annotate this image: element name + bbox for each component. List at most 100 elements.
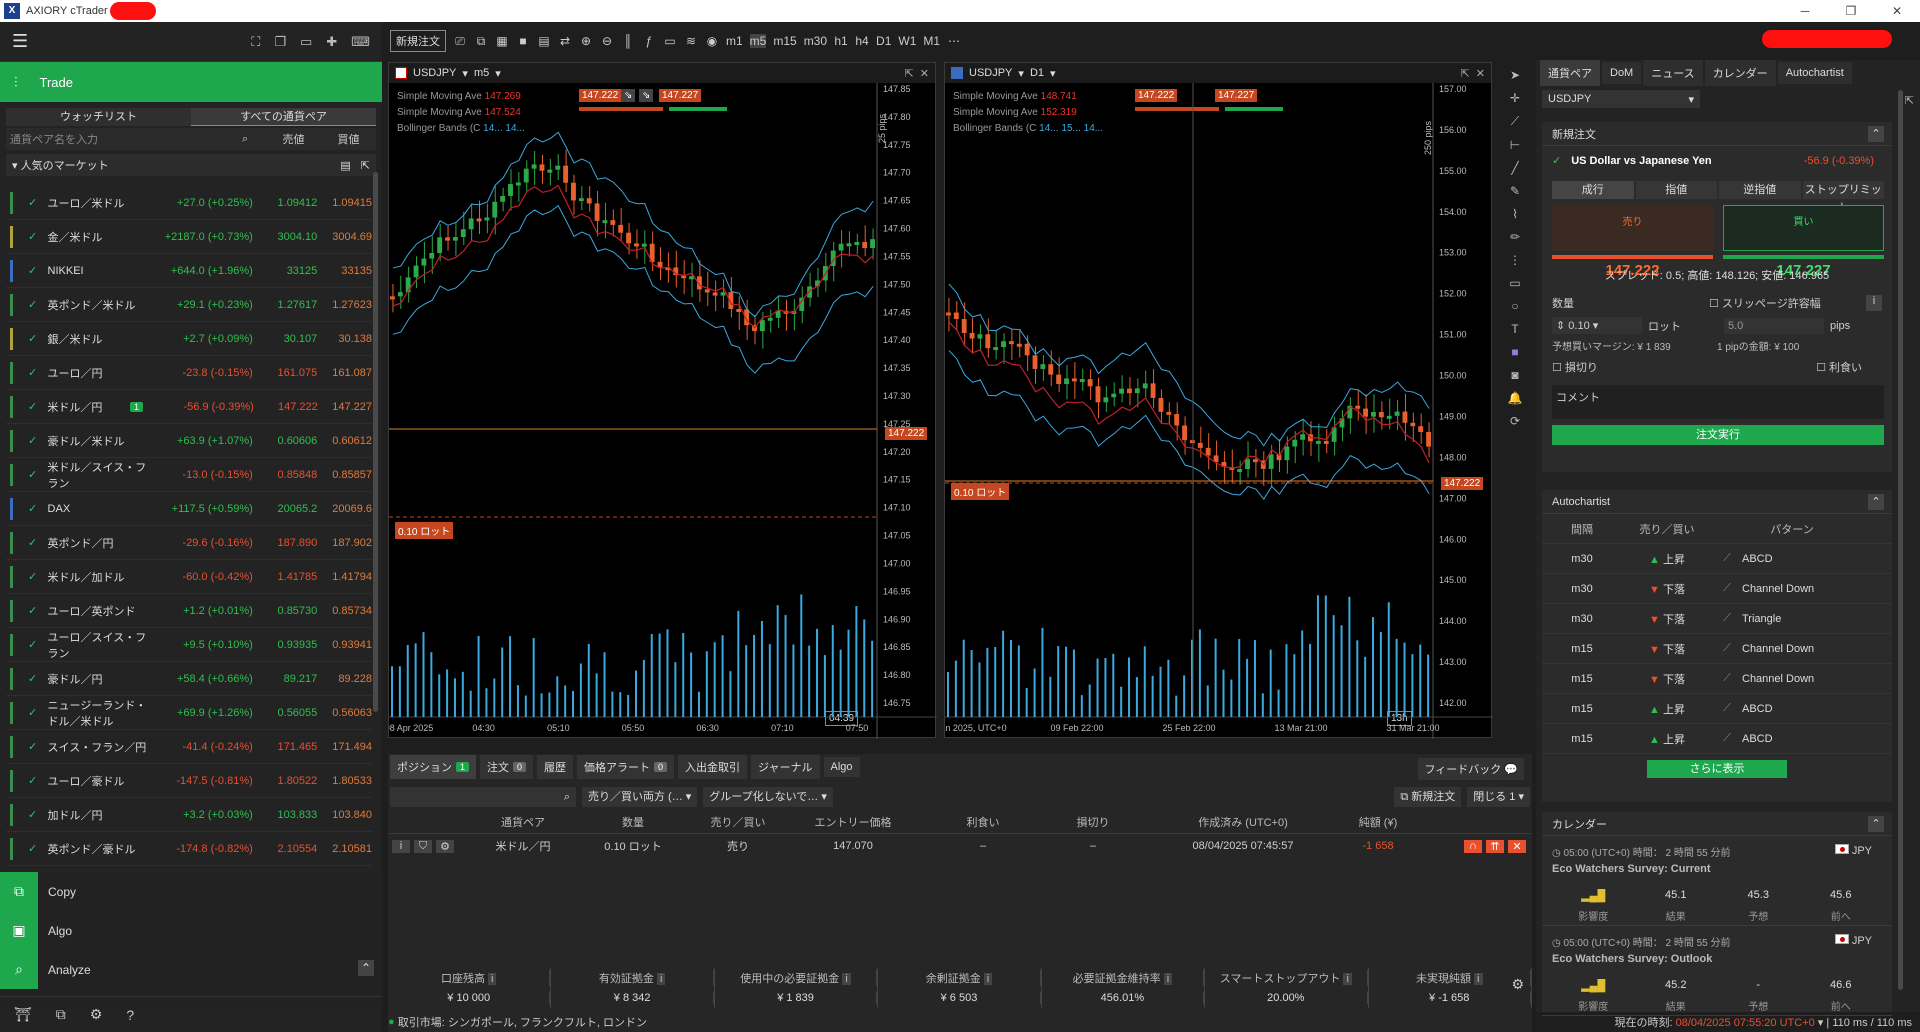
autochartist-row[interactable]: m30 ▼ 下落 ⟋ Channel Down bbox=[1542, 574, 1892, 604]
right-tab[interactable]: 通貨ペア bbox=[1540, 60, 1600, 86]
symbol-row[interactable]: ✓ ニュージーランド・ドル／米ドル +69.9 (+1.26%) 0.56055… bbox=[6, 696, 372, 730]
symbol-row[interactable]: ✓ ユーロ／英ポンド +1.2 (+0.01%) 0.85730 0.85734 bbox=[6, 594, 372, 628]
chart2-popout-icon[interactable]: ⇱ ✕ bbox=[1460, 67, 1485, 80]
symbol-list-scrollbar[interactable] bbox=[373, 172, 378, 712]
collapse-icon[interactable]: ▾ bbox=[12, 159, 21, 172]
chart-mode-icon[interactable]: ⎚ bbox=[453, 34, 467, 49]
right-tab[interactable]: カレンダー bbox=[1704, 60, 1776, 86]
right-popout-icon[interactable]: ⇱ bbox=[1905, 94, 1914, 107]
stoploss-checkbox[interactable]: ☐ 損切り bbox=[1552, 359, 1707, 375]
calendar-event[interactable]: ◷ 05:00 (UTC+0) 時間： 2 時間 55 分前 JPY Eco W… bbox=[1542, 926, 1892, 1016]
symbol-ask[interactable]: 1.27623 bbox=[317, 299, 372, 311]
symbol-row[interactable]: ✓ 米ドル／スイス・フラン -13.0 (-0.15%) 0.85848 0.8… bbox=[6, 458, 372, 492]
symbol-bid[interactable]: 0.93935 bbox=[253, 639, 318, 651]
info-icon[interactable]: i bbox=[1866, 295, 1882, 311]
bottom-tab[interactable]: 注文 0 bbox=[480, 755, 534, 779]
symbol-bid[interactable]: 171.465 bbox=[253, 741, 318, 753]
rect-icon[interactable]: ▭ bbox=[1509, 276, 1520, 290]
shop-icon[interactable]: ⛩ bbox=[14, 1006, 32, 1023]
layers-icon[interactable]: ≋ bbox=[684, 34, 698, 48]
symbol-row[interactable]: ✓ 米ドル／円 1 -56.9 (-0.39%) 147.222 147.227 bbox=[6, 390, 372, 424]
sell-button[interactable]: 売り 147.222 bbox=[1552, 205, 1713, 279]
collapse-icon[interactable]: ⌃ bbox=[1868, 493, 1884, 510]
symbol-bid[interactable]: 103.833 bbox=[253, 809, 318, 821]
double-icon[interactable]: ⇈ bbox=[1486, 839, 1504, 853]
symbol-ask[interactable]: 187.902 bbox=[317, 537, 372, 549]
cursor-icon[interactable]: ➤ bbox=[1510, 68, 1520, 82]
help-icon[interactable]: ? bbox=[126, 1007, 134, 1023]
chart2-canvas[interactable]: 157.00 156.00 155.00 154.00 153.00 152.00 151.… bbox=[945, 83, 1493, 739]
column-header[interactable]: 損切り bbox=[1038, 814, 1148, 830]
new-order-green-button[interactable]: ⧉ 新規注文 bbox=[1394, 787, 1462, 807]
chart1-timeframe[interactable]: m5 bbox=[474, 67, 489, 79]
symbol-row[interactable]: ✓ ユーロ／豪ドル -147.5 (-0.81%) 1.80522 1.8053… bbox=[6, 764, 372, 798]
camera-icon[interactable]: ◙ bbox=[1511, 368, 1518, 382]
symbol-ask[interactable]: 1.80533 bbox=[317, 775, 372, 787]
tf-h1[interactable]: h1 bbox=[834, 34, 848, 48]
tf-mn1[interactable]: M1 bbox=[923, 34, 940, 48]
symbol-row[interactable]: ✓ 英ポンド／豪ドル -174.8 (-0.82%) 2.10554 2.105… bbox=[6, 832, 372, 866]
hamburger-menu-icon[interactable]: ☰ bbox=[12, 31, 28, 52]
eye-icon[interactable]: ◉ bbox=[705, 34, 719, 48]
info-icon[interactable]: i bbox=[983, 973, 993, 985]
autochartist-row[interactable]: m15 ▼ 下落 ⟋ Channel Down bbox=[1542, 664, 1892, 694]
symbol-row[interactable]: ✓ 豪ドル／円 +58.4 (+0.66%) 89.217 89.228 bbox=[6, 662, 372, 696]
dropdown-icon[interactable]: ▾ bbox=[1018, 67, 1024, 80]
autochartist-row[interactable]: m15 ▲ 上昇 ⟋ ABCD bbox=[1542, 694, 1892, 724]
symbol-bid[interactable]: 3004.10 bbox=[253, 231, 318, 243]
symbol-row[interactable]: ✓ ユーロ／円 -23.8 (-0.15%) 161.075 161.087 bbox=[6, 356, 372, 390]
slippage-input[interactable]: 5.0 bbox=[1724, 317, 1824, 334]
single-chart-icon[interactable]: ■ bbox=[516, 34, 530, 48]
chart2-symbol[interactable]: USDJPY bbox=[969, 67, 1012, 79]
settings-gear-icon[interactable]: ⚙ bbox=[90, 1006, 103, 1023]
symbol-ask[interactable]: 1.09415 bbox=[317, 197, 372, 209]
plugin-icon[interactable]: ✚ bbox=[326, 34, 337, 50]
indicator-icon[interactable]: ƒ bbox=[642, 34, 656, 48]
order-type-tab[interactable]: 逆指値 bbox=[1719, 181, 1801, 199]
dropdown-icon[interactable]: ▾ bbox=[1050, 67, 1056, 80]
symbol-row[interactable]: ✓ スイス・フラン／円 -41.4 (-0.24%) 171.465 171.4… bbox=[6, 730, 372, 764]
symbol-bid[interactable]: 0.56055 bbox=[253, 707, 318, 719]
symbol-ask[interactable]: 20069.6 bbox=[317, 503, 372, 515]
tab-watchlist[interactable]: ウォッチリスト bbox=[6, 108, 191, 126]
new-order-button[interactable]: 新規注文 bbox=[390, 30, 446, 52]
symbol-bid[interactable]: 1.27617 bbox=[253, 299, 318, 311]
position-row[interactable]: i ⛉ ⚙ 米ドル／円 0.10 ロット 売り 147.070 – – 08/0… bbox=[388, 834, 1532, 858]
minimize-button[interactable]: ─ bbox=[1782, 0, 1828, 22]
position-tp[interactable]: – bbox=[928, 840, 1038, 852]
symbol-bid[interactable]: 1.09412 bbox=[253, 197, 318, 209]
alert-bell-icon[interactable]: 🔔 bbox=[1508, 391, 1523, 405]
symbol-bid[interactable]: 0.60606 bbox=[253, 435, 318, 447]
circle-icon[interactable]: ○ bbox=[1511, 299, 1518, 313]
symbol-bid[interactable]: 0.85848 bbox=[253, 469, 318, 481]
color-icon[interactable]: ■ bbox=[1511, 345, 1518, 359]
right-symbol-select[interactable]: USDJPY ▾ bbox=[1542, 90, 1700, 108]
symbol-bid[interactable]: 20065.2 bbox=[253, 503, 318, 515]
symbol-bid[interactable]: 33125 bbox=[253, 265, 318, 277]
symbol-row[interactable]: ✓ NIKKEI +644.0 (+1.96%) 33125 33135 bbox=[6, 254, 372, 288]
pen-icon[interactable]: ✎ bbox=[1510, 184, 1520, 198]
nav-algo[interactable]: ▣ Algo bbox=[0, 911, 382, 950]
single-window-icon[interactable]: ▭ bbox=[300, 34, 312, 50]
bottom-tab[interactable]: 価格アラート 0 bbox=[577, 755, 675, 779]
symbol-bid[interactable]: 0.85730 bbox=[253, 605, 318, 617]
collapse-icon[interactable]: ⌃ bbox=[1868, 125, 1884, 142]
position-search-icon[interactable]: ⌕ bbox=[390, 787, 576, 807]
maximize-button[interactable]: ❐ bbox=[1828, 0, 1874, 22]
group-filter[interactable]: グループ化しないで… ▾ bbox=[703, 787, 833, 807]
trade-nav[interactable]: ⫶ Trade bbox=[0, 62, 382, 102]
link-icon[interactable]: ⇄ bbox=[558, 34, 572, 48]
symbol-ask[interactable]: 0.56063 bbox=[317, 707, 372, 719]
calendar-event[interactable]: ◷ 05:00 (UTC+0) 時間： 2 時間 55 分前 JPY Eco W… bbox=[1542, 836, 1892, 926]
fib-icon[interactable]: ⋮ bbox=[1509, 253, 1521, 267]
trendline-icon[interactable]: ╱ bbox=[1511, 161, 1518, 175]
symbol-row[interactable]: ✓ 豪ドル／米ドル +63.9 (+1.07%) 0.60606 0.60612 bbox=[6, 424, 372, 458]
takeprofit-checkbox[interactable]: ☐ 利食い bbox=[1707, 359, 1862, 375]
symbol-bid[interactable]: 2.10554 bbox=[253, 843, 318, 855]
popout-icon[interactable]: ⇱ bbox=[361, 159, 370, 172]
symbol-bid[interactable]: 89.217 bbox=[253, 673, 318, 685]
order-type-tab[interactable]: 成行 bbox=[1552, 181, 1634, 199]
symbol-ask[interactable]: 0.85857 bbox=[317, 469, 372, 481]
symbol-row[interactable]: ✓ 米ドル／加ドル -60.0 (-0.42%) 1.41785 1.41794 bbox=[6, 560, 372, 594]
symbol-search-input[interactable]: 通貨ペア名を入力 bbox=[6, 131, 242, 147]
